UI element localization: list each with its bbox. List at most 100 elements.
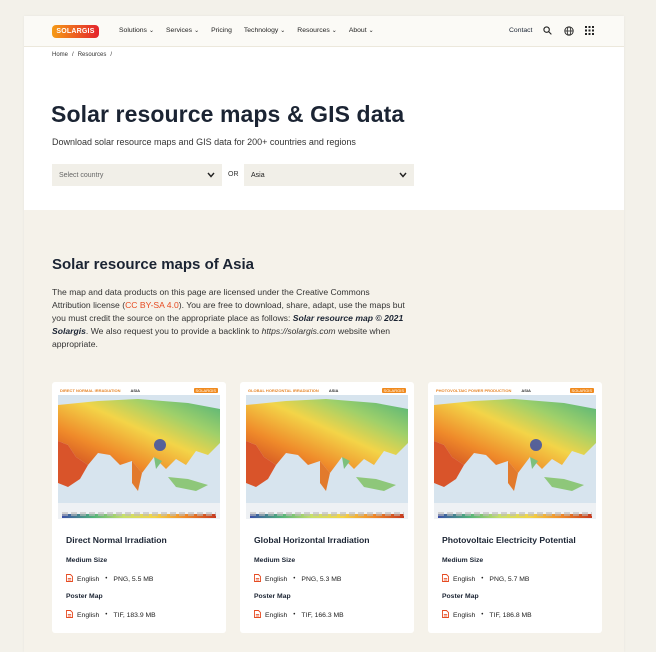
- contact-link[interactable]: Contact: [509, 27, 532, 34]
- map-footnote: [62, 512, 216, 516]
- map-thumbnail[interactable]: DIRECT NORMAL IRRADIATION ASIA SOLARGIS: [58, 386, 220, 519]
- map-card: DIRECT NORMAL IRRADIATION ASIA SOLARGIS …: [52, 382, 226, 633]
- poster-map-label: Poster Map: [442, 593, 479, 600]
- map-thumbnail[interactable]: GLOBAL HORIZONTAL IRRADIATION ASIA SOLAR…: [246, 386, 408, 519]
- nav-resources[interactable]: Resources ⌄: [297, 27, 337, 34]
- map-card: GLOBAL HORIZONTAL IRRADIATION ASIA SOLAR…: [240, 382, 414, 633]
- map-title: PHOTOVOLTAIC POWER PRODUCTION: [436, 388, 512, 393]
- bullet-separator: •: [481, 612, 484, 618]
- map-footnote: [250, 512, 404, 516]
- chevron-down-icon: [399, 172, 407, 178]
- file-format-size: TIF, 186.8 MB: [489, 611, 532, 619]
- nav-solutions[interactable]: Solutions ⌄: [119, 27, 154, 34]
- or-label: OR: [228, 171, 239, 178]
- pdf-file-icon: [254, 610, 261, 620]
- file-format-size: PNG, 5.3 MB: [301, 575, 342, 583]
- map-badge: SOLARGIS: [569, 388, 594, 393]
- section-title: Solar resource maps of Asia: [52, 256, 255, 273]
- file-format-size: PNG, 5.5 MB: [113, 575, 154, 583]
- map-legend: [250, 505, 404, 518]
- pdf-file-icon: [66, 574, 73, 584]
- header-actions: Contact: [509, 25, 595, 36]
- medium-size-label: Medium Size: [66, 557, 108, 564]
- chevron-down-icon: ⌄: [331, 28, 337, 34]
- file-language: English: [265, 575, 288, 583]
- poster-map-label: Poster Map: [66, 593, 103, 600]
- chevron-down-icon: ⌄: [194, 28, 200, 34]
- nav-pricing[interactable]: Pricing: [211, 27, 232, 34]
- breadcrumb-home[interactable]: Home: [52, 52, 68, 58]
- page: SOLARGIS Solutions ⌄ Services ⌄ Pricing Te…: [24, 16, 624, 652]
- bullet-separator: •: [105, 612, 108, 618]
- chevron-down-icon: ⌄: [368, 28, 374, 34]
- file-format-size: TIF, 166.3 MB: [301, 611, 344, 619]
- page-title: Solar resource maps & GIS data: [51, 101, 405, 127]
- map-thumbnail[interactable]: PHOTOVOLTAIC POWER PRODUCTION ASIA SOLAR…: [434, 386, 596, 519]
- map-image: [434, 395, 596, 503]
- country-select-value: Select country: [59, 171, 104, 179]
- map-badge: SOLARGIS: [193, 388, 218, 393]
- map-image: [58, 395, 220, 503]
- search-icon[interactable]: [542, 25, 553, 36]
- file-language: English: [453, 575, 476, 583]
- map-region: ASIA: [130, 388, 141, 393]
- chevron-down-icon: [207, 172, 215, 178]
- solargis-logo[interactable]: SOLARGIS: [52, 25, 99, 38]
- map-legend: [438, 505, 592, 518]
- breadcrumb: Home / Resources /: [52, 52, 112, 58]
- map-header: PHOTOVOLTAIC POWER PRODUCTION ASIA SOLAR…: [434, 386, 596, 395]
- bullet-separator: •: [105, 576, 108, 582]
- chevron-down-icon: ⌄: [148, 28, 154, 34]
- pdf-file-icon: [442, 610, 449, 620]
- medium-size-label: Medium Size: [254, 557, 296, 564]
- file-language: English: [77, 575, 100, 583]
- nav-services[interactable]: Services ⌄: [166, 27, 199, 34]
- map-footnote: [438, 512, 592, 516]
- map-header: GLOBAL HORIZONTAL IRRADIATION ASIA SOLAR…: [246, 386, 408, 395]
- poster-map-download[interactable]: English • TIF, 186.8 MB: [442, 610, 532, 620]
- breadcrumb-separator: /: [110, 52, 113, 58]
- license-link[interactable]: CC BY-SA 4.0: [125, 300, 179, 310]
- top-navigation-bar: SOLARGIS Solutions ⌄ Services ⌄ Pricing Te…: [24, 16, 624, 47]
- pdf-file-icon: [254, 574, 261, 584]
- map-title: GLOBAL HORIZONTAL IRRADIATION: [248, 388, 319, 393]
- bullet-separator: •: [293, 612, 296, 618]
- main-nav: Solutions ⌄ Services ⌄ Pricing Technology ⌄…: [119, 27, 374, 34]
- card-title: Global Horizontal Irradiation: [254, 535, 370, 545]
- nav-about[interactable]: About ⌄: [349, 27, 374, 34]
- medium-size-download[interactable]: English • PNG, 5.5 MB: [66, 574, 153, 584]
- page-subtitle: Download solar resource maps and GIS dat…: [52, 137, 356, 147]
- file-language: English: [77, 611, 100, 619]
- file-language: English: [453, 611, 476, 619]
- card-title: Direct Normal Irradiation: [66, 535, 167, 545]
- map-image: [246, 395, 408, 503]
- nav-technology[interactable]: Technology ⌄: [244, 27, 285, 34]
- map-badge: SOLARGIS: [381, 388, 406, 393]
- file-format-size: TIF, 183.9 MB: [113, 611, 156, 619]
- medium-size-label: Medium Size: [442, 557, 484, 564]
- medium-size-download[interactable]: English • PNG, 5.3 MB: [254, 574, 341, 584]
- breadcrumb-separator: /: [72, 52, 74, 58]
- file-format-size: PNG, 5.7 MB: [489, 575, 530, 583]
- apps-grid-icon[interactable]: [584, 25, 595, 36]
- map-legend: [62, 505, 216, 518]
- map-title: DIRECT NORMAL IRRADIATION: [60, 388, 121, 393]
- license-paragraph: The map and data products on this page a…: [52, 287, 405, 349]
- card-title: Photovoltaic Electricity Potential: [442, 535, 576, 545]
- bullet-separator: •: [481, 576, 484, 582]
- poster-map-download[interactable]: English • TIF, 166.3 MB: [254, 610, 344, 620]
- country-select[interactable]: Select country: [52, 164, 222, 186]
- site-url: https://solargis.com: [261, 326, 336, 336]
- region-select-value: Asia: [251, 171, 265, 179]
- poster-map-download[interactable]: English • TIF, 183.9 MB: [66, 610, 156, 620]
- medium-size-download[interactable]: English • PNG, 5.7 MB: [442, 574, 529, 584]
- pdf-file-icon: [66, 610, 73, 620]
- region-select[interactable]: Asia: [244, 164, 414, 186]
- map-card: PHOTOVOLTAIC POWER PRODUCTION ASIA SOLAR…: [428, 382, 602, 633]
- pdf-file-icon: [442, 574, 449, 584]
- breadcrumb-resources[interactable]: Resources: [78, 52, 107, 58]
- bullet-separator: •: [293, 576, 296, 582]
- file-language: English: [265, 611, 288, 619]
- globe-icon[interactable]: [563, 25, 574, 36]
- poster-map-label: Poster Map: [254, 593, 291, 600]
